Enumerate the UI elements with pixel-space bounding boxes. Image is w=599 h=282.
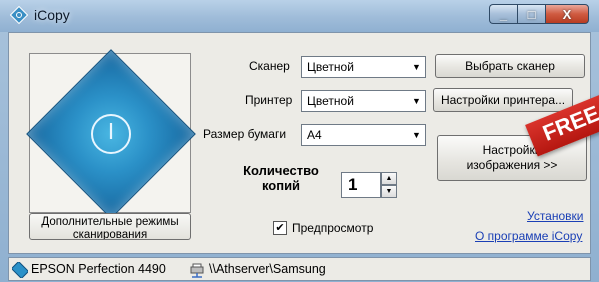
scan-panel <box>26 49 196 219</box>
window-controls: _ □ X <box>489 4 589 24</box>
preview-label: Предпросмотр <box>292 221 374 235</box>
paper-size-select[interactable]: A4 ▼ <box>301 124 426 146</box>
printer-mode-select[interactable]: Цветной ▼ <box>301 90 426 112</box>
stepper-up-icon[interactable]: ▲ <box>381 172 397 185</box>
printer-settings-button[interactable]: Настройки принтера... <box>433 88 573 112</box>
copies-label: Количество копий <box>243 163 319 193</box>
scanner-mode-value: Цветной <box>307 60 354 74</box>
scanner-name: EPSON Perfection 4490 <box>31 262 166 276</box>
maximize-icon: □ <box>527 6 536 22</box>
main-panel: Дополнительные режимы сканирования Скане… <box>8 32 591 254</box>
paper-size-label: Размер бумаги <box>203 127 287 141</box>
preview-checkbox[interactable]: ✔ <box>273 221 287 235</box>
app-icon <box>10 6 28 24</box>
maximize-button[interactable]: □ <box>517 4 545 24</box>
power-icon <box>91 114 131 154</box>
minimize-icon: _ <box>499 6 508 22</box>
close-icon: X <box>562 6 572 22</box>
select-scanner-button[interactable]: Выбрать сканер <box>435 54 585 78</box>
close-button[interactable]: X <box>545 4 589 24</box>
checkmark-icon: ✔ <box>275 222 285 234</box>
copies-input[interactable]: 1 <box>341 172 381 198</box>
scanner-label: Сканер <box>249 59 290 73</box>
icopy-window: iCopy _ □ X Дополнительные режимы сканир… <box>0 0 599 282</box>
image-settings-label-2: изображения >> <box>466 158 558 172</box>
printer-path: \\Athserver\Samsung <box>209 262 326 276</box>
paper-size-value: A4 <box>307 128 322 142</box>
chevron-down-icon: ▼ <box>412 130 421 140</box>
copies-stepper[interactable]: ▲ ▼ <box>381 172 397 198</box>
chevron-down-icon: ▼ <box>412 62 421 72</box>
chevron-down-icon: ▼ <box>412 96 421 106</box>
window-title: iCopy <box>34 7 70 23</box>
setup-link[interactable]: Установки <box>527 209 583 223</box>
about-link[interactable]: О программе iCopy <box>475 229 582 243</box>
title-bar[interactable]: iCopy _ □ X <box>0 0 599 32</box>
extra-modes-button[interactable]: Дополнительные режимы сканирования <box>29 213 191 240</box>
status-bar: EPSON Perfection 4490 \\Athserver\Samsun… <box>8 257 591 281</box>
scanner-mode-select[interactable]: Цветной ▼ <box>301 56 426 78</box>
printer-label: Принтер <box>245 93 293 107</box>
printer-mode-value: Цветной <box>307 94 354 108</box>
stepper-down-icon[interactable]: ▼ <box>381 185 397 198</box>
scanner-icon <box>12 262 28 278</box>
minimize-button[interactable]: _ <box>489 4 517 24</box>
network-printer-icon <box>190 263 204 278</box>
